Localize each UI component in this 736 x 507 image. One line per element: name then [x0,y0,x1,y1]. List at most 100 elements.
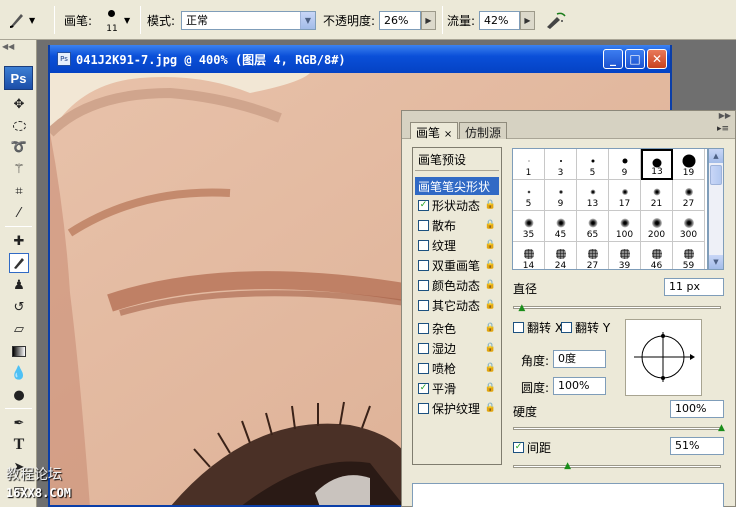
brush-tip-cell[interactable]: 59 [673,242,705,269]
brush-setting-checkbox[interactable] [418,259,429,271]
brush-setting-checkbox[interactable] [418,402,429,414]
lock-icon[interactable]: 🔒 [485,240,496,250]
brush-setting-checkbox[interactable] [418,342,429,354]
brush-tip-cell[interactable]: 17 [609,180,641,211]
dodge-tool-icon[interactable]: ● [9,385,29,405]
brush-picker-dropdown-icon[interactable]: ▼ [124,0,130,40]
lock-icon[interactable]: 🔒 [485,323,496,333]
brush-tip-cell[interactable]: 13 [577,180,609,211]
panel-menu-icon[interactable]: ▸≡ [717,124,729,134]
brush-setting-item[interactable]: ✓ 形状动态 🔒 [418,196,500,214]
brush-tip-grid[interactable]: 1 3 5 9 13 19 5 9 13 17 21 27 35 45 65 100 200 300 14 24 27 3… [512,148,708,270]
magic-wand-tool-icon[interactable]: ⚚ [9,159,29,179]
brush-tip-cell[interactable]: 200 [641,211,673,242]
lock-icon[interactable]: 🔒 [485,220,496,230]
lock-icon[interactable]: 🔒 [485,383,496,393]
lock-icon[interactable]: 🔒 [485,280,496,290]
lock-icon[interactable]: 🔒 [485,403,496,413]
brush-grid-scrollbar[interactable]: ▲ ▼ [708,148,724,270]
brush-setting-checkbox[interactable]: ✓ [418,382,429,394]
maximize-button[interactable]: □ [625,49,645,69]
spacing-slider-thumb[interactable]: ▲ [563,462,572,471]
brush-tip-cell[interactable]: 13 [641,149,673,180]
brush-tip-cell[interactable]: 27 [577,242,609,269]
brush-tip-cell[interactable]: 9 [545,180,577,211]
flip-y-checkbox[interactable] [561,322,572,333]
tool-preset-dropdown-icon[interactable]: ▼ [29,0,35,40]
brush-setting-item[interactable]: ✓ 平滑 🔒 [418,379,500,397]
diameter-slider-thumb[interactable]: ▲ [517,304,526,313]
flow-input[interactable]: 42% [479,11,520,30]
marquee-tool-icon[interactable] [9,116,29,136]
brush-tool-icon[interactable] [9,253,29,273]
brush-tip-cell[interactable]: 45 [545,211,577,242]
brush-tip-cell[interactable]: 100 [609,211,641,242]
tab-close-icon[interactable]: × [444,129,452,140]
hardness-slider[interactable] [513,427,721,430]
lock-icon[interactable]: 🔒 [485,343,496,353]
lock-icon[interactable]: 🔒 [485,260,496,270]
brush-setting-item[interactable]: 保护纹理 🔒 [418,399,500,417]
opacity-input[interactable]: 26% [379,11,421,30]
brush-picker[interactable]: 11 [103,6,121,34]
flip-y-option[interactable]: 翻转 Y [561,319,610,336]
brush-setting-item[interactable]: 湿边 🔒 [418,339,500,357]
move-tool-icon[interactable]: ✥ [9,94,29,114]
lock-icon[interactable]: 🔒 [485,200,496,210]
roundness-input[interactable]: 100% [553,377,606,395]
hardness-slider-thumb[interactable]: ▲ [717,424,726,433]
scroll-down-icon[interactable]: ▼ [709,255,723,269]
diameter-input[interactable]: 11 px [664,278,724,296]
healing-brush-tool-icon[interactable]: ✚ [9,231,29,251]
brush-tip-cell[interactable]: 65 [577,211,609,242]
brush-setting-checkbox[interactable] [418,322,429,334]
lasso-tool-icon[interactable]: ➰ [9,137,29,157]
spacing-input[interactable]: 51% [670,437,724,455]
brush-setting-item[interactable]: 颜色动态 🔒 [418,276,500,294]
opacity-slider-button[interactable]: ▶ [421,11,436,30]
brush-setting-item[interactable]: 纹理 🔒 [418,236,500,254]
eraser-tool-icon[interactable]: ▱ [9,319,29,339]
type-tool-icon[interactable]: T [9,435,29,455]
brush-tip-cell[interactable]: 300 [673,211,705,242]
panel-collapse-icon[interactable]: ◀◀ [2,42,14,51]
brush-tip-cell[interactable]: 27 [673,180,705,211]
brush-tip-cell[interactable]: 14 [513,242,545,269]
brush-tip-cell[interactable]: 46 [641,242,673,269]
hardness-input[interactable]: 100% [670,400,724,418]
brush-tool-preset-icon[interactable] [6,0,28,40]
scroll-up-icon[interactable]: ▲ [709,149,723,163]
flip-x-option[interactable]: 翻转 X [513,319,563,336]
chevron-down-icon[interactable]: ▼ [300,12,315,29]
lock-icon[interactable]: 🔒 [485,363,496,373]
lock-icon[interactable]: 🔒 [485,300,496,310]
history-brush-tool-icon[interactable]: ↺ [9,297,29,317]
brush-setting-checkbox[interactable] [418,279,429,291]
angle-roundness-preview[interactable] [625,319,702,396]
flow-slider-button[interactable]: ▶ [520,11,535,30]
airbrush-icon[interactable] [545,0,567,40]
brush-tip-cell[interactable]: 1 [513,149,545,180]
crop-tool-icon[interactable]: ⌗ [9,181,29,201]
brush-tip-cell[interactable]: 3 [545,149,577,180]
brush-tip-cell[interactable]: 5 [513,180,545,211]
brush-setting-checkbox[interactable] [418,219,429,231]
brush-tip-cell[interactable]: 21 [641,180,673,211]
pen-tool-icon[interactable]: ✒ [9,413,29,433]
angle-input[interactable]: 0度 [553,350,606,368]
brush-setting-item[interactable]: 双重画笔 🔒 [418,256,500,274]
flip-x-checkbox[interactable] [513,322,524,333]
ps-logo[interactable]: Ps [4,66,33,90]
mode-select[interactable]: 正常 ▼ [181,11,316,30]
spacing-option[interactable]: ✓ 间距 [513,439,551,456]
brush-presets-item[interactable]: 画笔预设 [418,151,466,168]
clone-stamp-tool-icon[interactable]: ♟ [9,275,29,295]
brush-setting-item[interactable]: 杂色 🔒 [418,319,500,337]
brush-tip-cell[interactable]: 35 [513,211,545,242]
brush-tip-cell[interactable]: 39 [609,242,641,269]
brush-setting-checkbox[interactable]: ✓ [418,199,429,211]
brush-tip-cell[interactable]: 9 [609,149,641,180]
scroll-thumb[interactable] [710,165,722,185]
document-title-bar[interactable]: Ps 041J2K91-7.jpg @ 400% (图层 4, RGB/8#) … [50,45,670,73]
brush-setting-item[interactable]: 其它动态 🔒 [418,296,500,314]
